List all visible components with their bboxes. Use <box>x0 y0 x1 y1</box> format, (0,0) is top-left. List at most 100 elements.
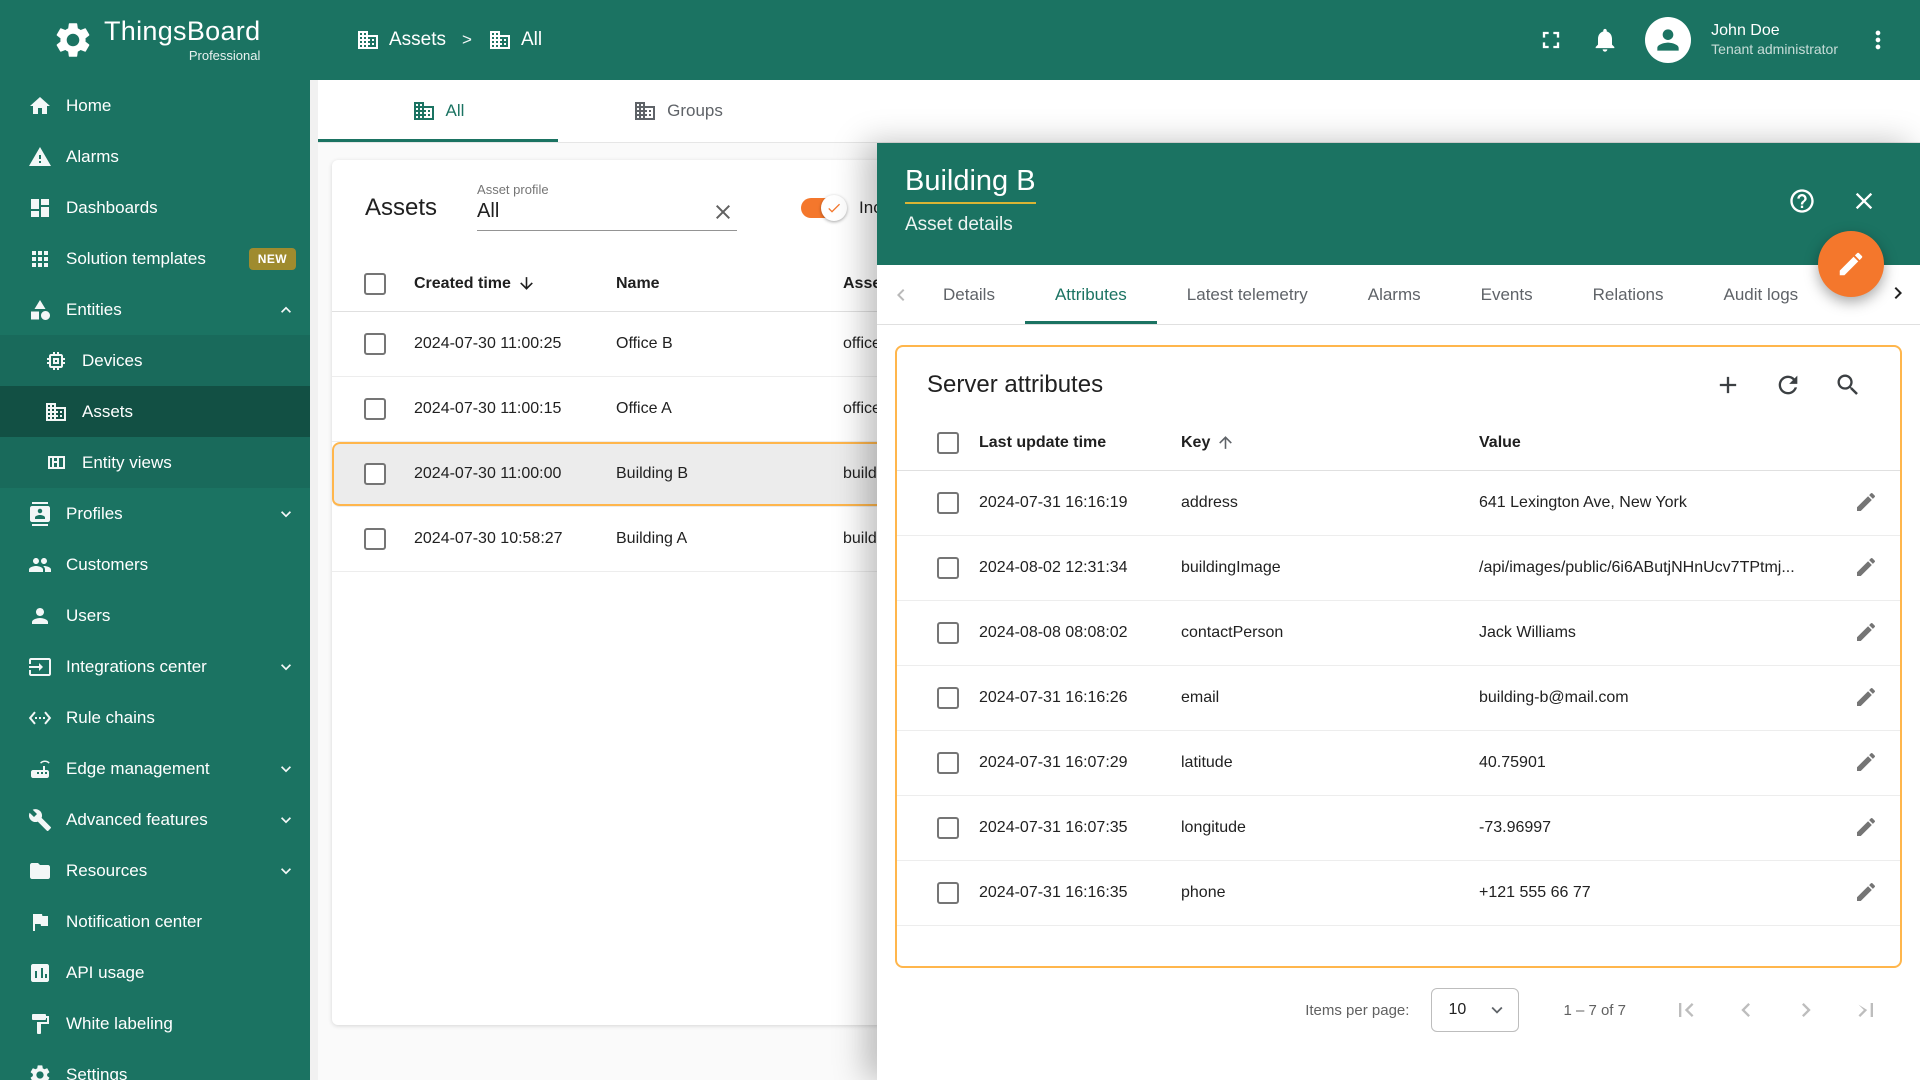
close-icon[interactable] <box>1850 187 1878 215</box>
tab-audit-logs[interactable]: Audit logs <box>1694 265 1829 324</box>
sidebar-item-api-usage[interactable]: API usage <box>0 947 310 998</box>
thingsboard-logo[interactable]: ThingsBoard Professional <box>0 18 310 63</box>
include-customer-entities-toggle[interactable] <box>801 198 845 218</box>
clear-filter-icon[interactable] <box>711 200 735 224</box>
row-checkbox[interactable] <box>937 687 959 709</box>
users-icon <box>28 604 52 628</box>
tab-latest-telemetry[interactable]: Latest telemetry <box>1157 265 1338 324</box>
row-checkbox[interactable] <box>937 492 959 514</box>
sort-desc-icon <box>517 274 536 293</box>
refresh-icon[interactable] <box>1774 371 1802 399</box>
sidebar-item-users[interactable]: Users <box>0 590 310 641</box>
row-checkbox[interactable] <box>937 557 959 579</box>
attribute-row[interactable]: 2024-08-02 12:31:34 buildingImage /api/i… <box>897 536 1900 601</box>
sidebar-item-integrations-center[interactable]: Integrations center <box>0 641 310 692</box>
breadcrumb-assets[interactable]: Assets <box>356 28 446 52</box>
tab-details[interactable]: Details <box>913 265 1025 324</box>
sort-asc-icon <box>1216 433 1235 452</box>
paint-icon <box>28 1012 52 1036</box>
more-vert-icon[interactable] <box>1864 26 1892 54</box>
edit-fab[interactable] <box>1818 231 1884 297</box>
row-checkbox[interactable] <box>937 622 959 644</box>
sidebar-item-customers[interactable]: Customers <box>0 539 310 590</box>
entity-title: Building B <box>905 165 1036 204</box>
edit-attribute-button[interactable] <box>1850 876 1882 911</box>
sidebar-item-white-labeling[interactable]: White labeling <box>0 998 310 1049</box>
rule-chains-icon <box>28 706 52 730</box>
tab-alarms[interactable]: Alarms <box>1338 265 1451 324</box>
items-per-page-select[interactable]: 10 <box>1431 988 1519 1032</box>
last-page-icon[interactable] <box>1852 996 1880 1024</box>
edit-attribute-button[interactable] <box>1850 616 1882 651</box>
edit-attribute-button[interactable] <box>1850 486 1882 521</box>
tools-icon <box>28 808 52 832</box>
edit-attribute-button[interactable] <box>1850 551 1882 586</box>
row-checkbox[interactable] <box>937 752 959 774</box>
tabs-scroll-right-icon[interactable] <box>1886 281 1910 305</box>
first-page-icon[interactable] <box>1672 996 1700 1024</box>
avatar[interactable] <box>1645 17 1691 63</box>
sidebar-scrollbar[interactable] <box>310 80 318 1080</box>
row-checkbox[interactable] <box>364 528 386 550</box>
row-checkbox[interactable] <box>364 463 386 485</box>
search-icon[interactable] <box>1834 371 1862 399</box>
edge-icon <box>28 757 52 781</box>
select-all-checkbox[interactable] <box>937 432 959 454</box>
sidebar-item-home[interactable]: Home <box>0 80 310 131</box>
assets-title: Assets <box>365 194 437 222</box>
column-name[interactable]: Name <box>616 275 843 293</box>
attribute-row[interactable]: 2024-07-31 16:16:19 address 641 Lexingto… <box>897 471 1900 536</box>
row-checkbox[interactable] <box>937 882 959 904</box>
asset-profile-filter-value: All <box>477 200 499 223</box>
sidebar-item-devices[interactable]: Devices <box>0 335 310 386</box>
column-created-time[interactable]: Created time <box>414 275 511 293</box>
row-checkbox[interactable] <box>364 333 386 355</box>
sidebar-item-entity-views[interactable]: Entity views <box>0 437 310 488</box>
breadcrumb-all[interactable]: All <box>488 28 542 52</box>
tab-all[interactable]: All <box>318 80 558 142</box>
sidebar-item-advanced-features[interactable]: Advanced features <box>0 794 310 845</box>
help-icon[interactable] <box>1788 187 1816 215</box>
tabs-scroll-left-icon[interactable] <box>889 283 913 307</box>
add-attribute-icon[interactable] <box>1714 371 1742 399</box>
chevron-down-icon <box>276 861 296 881</box>
row-checkbox[interactable] <box>937 817 959 839</box>
column-value[interactable]: Value <box>1479 434 1826 452</box>
sidebar-item-assets[interactable]: Assets <box>0 386 310 437</box>
attribute-row[interactable]: 2024-07-31 16:16:35 phone +121 555 66 77 <box>897 861 1900 926</box>
tab-events[interactable]: Events <box>1451 265 1563 324</box>
attribute-row[interactable]: 2024-07-31 16:07:35 longitude -73.96997 <box>897 796 1900 861</box>
sidebar-item-rule-chains[interactable]: Rule chains <box>0 692 310 743</box>
sidebar-item-alarms[interactable]: Alarms <box>0 131 310 182</box>
sidebar-item-settings[interactable]: Settings <box>0 1049 310 1080</box>
sidebar-item-solution-templates[interactable]: Solution templates NEW <box>0 233 310 284</box>
edit-attribute-button[interactable] <box>1850 811 1882 846</box>
edit-attribute-button[interactable] <box>1850 681 1882 716</box>
next-page-icon[interactable] <box>1792 996 1820 1024</box>
sidebar-item-entities[interactable]: Entities <box>0 284 310 335</box>
sidebar-item-notification-center[interactable]: Notification center <box>0 896 310 947</box>
attribute-row[interactable]: 2024-07-31 16:16:26 email building-b@mai… <box>897 666 1900 731</box>
column-key[interactable]: Key <box>1181 434 1210 452</box>
edit-attribute-button[interactable] <box>1850 746 1882 781</box>
user-role: Tenant administrator <box>1711 41 1838 59</box>
fullscreen-icon[interactable] <box>1537 26 1565 54</box>
select-all-checkbox[interactable] <box>364 273 386 295</box>
notifications-icon[interactable] <box>1591 26 1619 54</box>
previous-page-icon[interactable] <box>1732 996 1760 1024</box>
row-checkbox[interactable] <box>364 398 386 420</box>
sidebar-item-edge-management[interactable]: Edge management <box>0 743 310 794</box>
attribute-row[interactable]: 2024-07-31 16:07:29 latitude 40.75901 <box>897 731 1900 796</box>
tab-attributes[interactable]: Attributes <box>1025 265 1157 324</box>
sidebar-item-profiles[interactable]: Profiles <box>0 488 310 539</box>
sidebar-item-resources[interactable]: Resources <box>0 845 310 896</box>
column-last-update-time[interactable]: Last update time <box>979 434 1181 452</box>
devices-icon <box>44 349 68 373</box>
tab-groups[interactable]: Groups <box>558 80 798 142</box>
asset-profile-filter[interactable]: Asset profile All <box>477 182 737 231</box>
sidebar-item-dashboards[interactable]: Dashboards <box>0 182 310 233</box>
entity-views-icon <box>44 451 68 475</box>
tab-relations[interactable]: Relations <box>1563 265 1694 324</box>
groups-icon <box>633 99 657 123</box>
attribute-row[interactable]: 2024-08-08 08:08:02 contactPerson Jack W… <box>897 601 1900 666</box>
